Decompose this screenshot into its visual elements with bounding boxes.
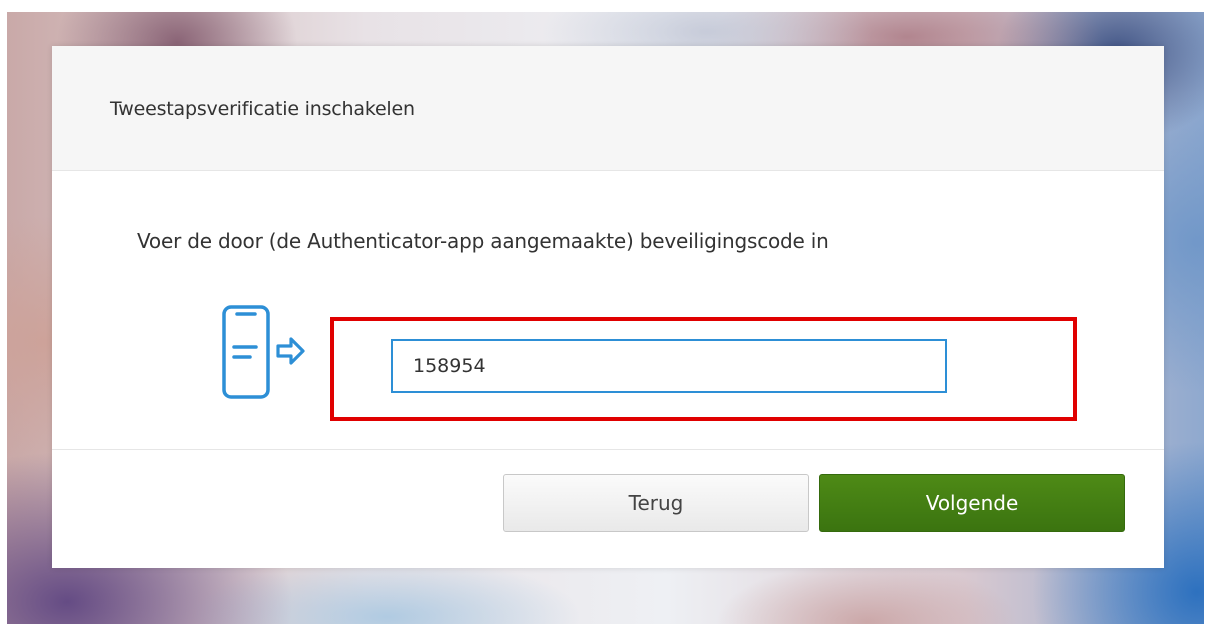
dialog-header: Tweestapsverificatie inschakelen: [52, 46, 1164, 171]
two-step-verification-dialog: Tweestapsverificatie inschakelen Voer de…: [52, 46, 1164, 568]
back-button[interactable]: Terug: [503, 474, 809, 532]
next-button[interactable]: Volgende: [819, 474, 1125, 532]
dialog-title: Tweestapsverificatie inschakelen: [110, 98, 415, 120]
dialog-footer: Terug Volgende: [52, 449, 1164, 568]
instruction-text: Voer de door (de Authenticator-app aange…: [137, 229, 829, 253]
phone-to-arrow-icon: [218, 305, 318, 405]
security-code-input[interactable]: [391, 339, 947, 393]
screen: Tweestapsverificatie inschakelen Voer de…: [0, 0, 1210, 628]
